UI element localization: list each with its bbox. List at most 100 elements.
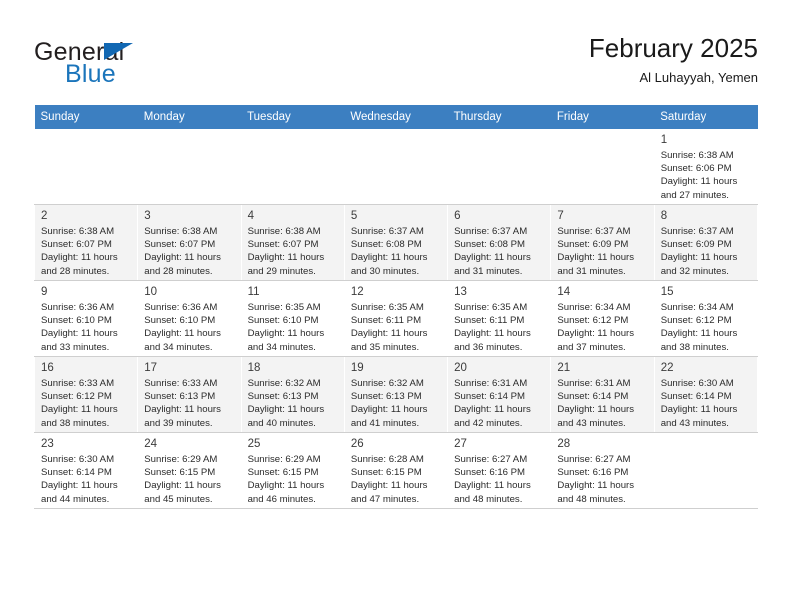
sun-info-text: Sunrise: 6:30 AM Sunset: 6:14 PM Dayligh…: [660, 378, 738, 429]
sun-info-text: Sunrise: 6:37 AM Sunset: 6:09 PM Dayligh…: [557, 226, 635, 277]
general-blue-logo: General Blue: [34, 32, 274, 92]
calendar-day-cell[interactable]: 28 Sunrise: 6:27 AM Sunset: 6:16 PM Dayli…: [550, 432, 655, 509]
day-cell-content: 27 Sunrise: 6:27 AM Sunset: 6:16 PM Dayli…: [448, 433, 550, 506]
day-cell-content: 6 Sunrise: 6:37 AM Sunset: 6:08 PM Daylig…: [448, 205, 550, 278]
day-number: 7: [557, 210, 564, 222]
day-number: 21: [557, 362, 571, 374]
day-cell-content: 2 Sunrise: 6:38 AM Sunset: 6:07 PM Daylig…: [35, 205, 137, 278]
day-number: 13: [454, 286, 467, 298]
day-number: 12: [350, 286, 364, 298]
sun-info-text: Sunrise: 6:37 AM Sunset: 6:08 PM Dayligh…: [454, 226, 531, 277]
calendar-day-cell[interactable]: 4 Sunrise: 6:38 AM Sunset: 6:07 PM Daylig…: [240, 204, 345, 281]
sun-info-text: Sunrise: 6:37 AM Sunset: 6:09 PM Dayligh…: [660, 226, 738, 277]
calendar-day-cell[interactable]: 17 Sunrise: 6:33 AM Sunset: 6:13 PM Dayli…: [137, 356, 242, 433]
weekday-header-friday: Friday: [550, 105, 655, 129]
calendar-day-cell[interactable]: 13 Sunrise: 6:35 AM Sunset: 6:11 PM Dayli…: [447, 280, 552, 357]
calendar-day-cell[interactable]: 1 Sunrise: 6:38 AM Sunset: 6:06 PM Daylig…: [653, 129, 759, 205]
day-cell-content: 28 Sunrise: 6:27 AM Sunset: 6:16 PM Dayli…: [551, 433, 653, 506]
day-number: 16: [41, 362, 54, 374]
day-cell-content: 17 Sunrise: 6:33 AM Sunset: 6:13 PM Dayli…: [138, 357, 240, 430]
day-number: 3: [144, 210, 151, 222]
day-number: 19: [350, 362, 364, 374]
sun-info-text: Sunrise: 6:29 AM Sunset: 6:15 PM Dayligh…: [247, 454, 325, 505]
day-cell-content: 4 Sunrise: 6:38 AM Sunset: 6:07 PM Daylig…: [242, 205, 344, 278]
day-number: 28: [557, 438, 571, 450]
day-number: 22: [660, 362, 674, 374]
calendar-day-cell[interactable]: 11 Sunrise: 6:35 AM Sunset: 6:10 PM Dayli…: [240, 280, 345, 357]
calendar-week-row: 9 Sunrise: 6:36 AM Sunset: 6:10 PM Daylig…: [33, 280, 759, 357]
weekday-header-sunday: Sunday: [34, 105, 138, 129]
calendar-week-row: 1 Sunrise: 6:38 AM Sunset: 6:06 PM Daylig…: [33, 129, 759, 205]
sun-info-text: Sunrise: 6:33 AM Sunset: 6:12 PM Dayligh…: [41, 378, 118, 429]
day-number: 26: [350, 438, 364, 450]
calendar-page: General Blue February 2025 Al Luhayyah, …: [0, 0, 792, 612]
calendar-day-cell[interactable]: 19 Sunrise: 6:32 AM Sunset: 6:13 PM Dayli…: [343, 356, 449, 433]
calendar-day-cell-empty: [550, 129, 655, 205]
calendar-day-cell[interactable]: 14 Sunrise: 6:34 AM Sunset: 6:12 PM Dayli…: [550, 280, 655, 357]
day-number: 8: [660, 210, 668, 222]
day-number: 11: [247, 286, 260, 298]
sun-info-text: Sunrise: 6:30 AM Sunset: 6:14 PM Dayligh…: [41, 454, 118, 505]
day-cell-content: 18 Sunrise: 6:32 AM Sunset: 6:13 PM Dayli…: [242, 357, 344, 430]
sun-info-text: Sunrise: 6:27 AM Sunset: 6:16 PM Dayligh…: [557, 454, 635, 505]
day-cell-content: 12 Sunrise: 6:35 AM Sunset: 6:11 PM Dayli…: [345, 281, 447, 354]
calendar-day-cell[interactable]: 15 Sunrise: 6:34 AM Sunset: 6:12 PM Dayli…: [653, 280, 759, 357]
calendar-day-cell[interactable]: 22 Sunrise: 6:30 AM Sunset: 6:14 PM Dayli…: [653, 356, 759, 433]
day-cell-content: 10 Sunrise: 6:36 AM Sunset: 6:10 PM Dayli…: [138, 281, 240, 354]
day-number: 4: [247, 210, 254, 222]
calendar-day-cell[interactable]: 6 Sunrise: 6:37 AM Sunset: 6:08 PM Daylig…: [447, 204, 552, 281]
day-number: 1: [660, 134, 668, 146]
day-number: 14: [557, 286, 571, 298]
logo-triangle-icon: [104, 43, 133, 60]
calendar-day-cell-empty: [33, 129, 139, 205]
sun-info-text: Sunrise: 6:34 AM Sunset: 6:12 PM Dayligh…: [557, 302, 635, 353]
sun-info-text: Sunrise: 6:38 AM Sunset: 6:07 PM Dayligh…: [41, 226, 118, 277]
day-number: 9: [41, 286, 48, 298]
calendar-day-cell[interactable]: 23 Sunrise: 6:30 AM Sunset: 6:14 PM Dayli…: [33, 432, 139, 509]
day-cell-content: 8 Sunrise: 6:37 AM Sunset: 6:09 PM Daylig…: [655, 205, 757, 278]
day-number: 15: [660, 286, 674, 298]
day-number: 25: [247, 438, 261, 450]
sun-info-text: Sunrise: 6:37 AM Sunset: 6:08 PM Dayligh…: [350, 226, 428, 277]
day-number: 18: [247, 362, 261, 374]
sun-info-text: Sunrise: 6:32 AM Sunset: 6:13 PM Dayligh…: [247, 378, 325, 429]
day-number: 20: [454, 362, 467, 374]
calendar-day-cell[interactable]: 12 Sunrise: 6:35 AM Sunset: 6:11 PM Dayli…: [343, 280, 449, 357]
day-cell-content: 5 Sunrise: 6:37 AM Sunset: 6:08 PM Daylig…: [345, 205, 447, 278]
sun-info-text: Sunrise: 6:28 AM Sunset: 6:15 PM Dayligh…: [350, 454, 428, 505]
calendar-day-cell[interactable]: 25 Sunrise: 6:29 AM Sunset: 6:15 PM Dayli…: [240, 432, 345, 509]
weekday-header-wednesday: Wednesday: [344, 105, 448, 129]
day-number: 10: [144, 286, 158, 298]
calendar-day-cell[interactable]: 24 Sunrise: 6:29 AM Sunset: 6:15 PM Dayli…: [137, 432, 242, 509]
day-cell-content: 14 Sunrise: 6:34 AM Sunset: 6:12 PM Dayli…: [551, 281, 653, 354]
calendar-day-cell[interactable]: 26 Sunrise: 6:28 AM Sunset: 6:15 PM Dayli…: [343, 432, 449, 509]
calendar-day-cell[interactable]: 18 Sunrise: 6:32 AM Sunset: 6:13 PM Dayli…: [240, 356, 345, 433]
sun-info-text: Sunrise: 6:38 AM Sunset: 6:07 PM Dayligh…: [247, 226, 325, 277]
title-block: February 2025 Al Luhayyah, Yemen: [589, 32, 758, 88]
calendar-day-cell[interactable]: 16 Sunrise: 6:33 AM Sunset: 6:12 PM Dayli…: [33, 356, 139, 433]
calendar-day-cell[interactable]: 7 Sunrise: 6:37 AM Sunset: 6:09 PM Daylig…: [550, 204, 655, 281]
calendar-day-cell[interactable]: 9 Sunrise: 6:36 AM Sunset: 6:10 PM Daylig…: [33, 280, 139, 357]
day-cell-content: 26 Sunrise: 6:28 AM Sunset: 6:15 PM Dayli…: [345, 433, 447, 506]
day-cell-content: 11 Sunrise: 6:35 AM Sunset: 6:10 PM Dayli…: [242, 281, 344, 354]
day-cell-content: 19 Sunrise: 6:32 AM Sunset: 6:13 PM Dayli…: [345, 357, 447, 430]
day-cell-content: 7 Sunrise: 6:37 AM Sunset: 6:09 PM Daylig…: [551, 205, 653, 278]
day-cell-content: 1 Sunrise: 6:38 AM Sunset: 6:06 PM Daylig…: [655, 129, 757, 202]
day-number: 5: [350, 210, 358, 222]
calendar-day-cell[interactable]: 2 Sunrise: 6:38 AM Sunset: 6:07 PM Daylig…: [33, 204, 139, 281]
calendar-day-cell[interactable]: 5 Sunrise: 6:37 AM Sunset: 6:08 PM Daylig…: [343, 204, 449, 281]
calendar-day-cell[interactable]: 27 Sunrise: 6:27 AM Sunset: 6:16 PM Dayli…: [447, 432, 552, 509]
calendar-day-cell[interactable]: 10 Sunrise: 6:36 AM Sunset: 6:10 PM Dayli…: [137, 280, 242, 357]
day-cell-content: 25 Sunrise: 6:29 AM Sunset: 6:15 PM Dayli…: [242, 433, 344, 506]
sun-info-text: Sunrise: 6:31 AM Sunset: 6:14 PM Dayligh…: [454, 378, 531, 429]
calendar-day-cell[interactable]: 21 Sunrise: 6:31 AM Sunset: 6:14 PM Dayli…: [550, 356, 655, 433]
sun-info-text: Sunrise: 6:34 AM Sunset: 6:12 PM Dayligh…: [660, 302, 738, 353]
day-cell-content: 16 Sunrise: 6:33 AM Sunset: 6:12 PM Dayli…: [35, 357, 137, 430]
calendar-day-cell[interactable]: 3 Sunrise: 6:38 AM Sunset: 6:07 PM Daylig…: [137, 204, 242, 281]
sun-info-text: Sunrise: 6:38 AM Sunset: 6:06 PM Dayligh…: [660, 150, 738, 201]
day-cell-content: 9 Sunrise: 6:36 AM Sunset: 6:10 PM Daylig…: [35, 281, 137, 354]
calendar-day-cell[interactable]: 8 Sunrise: 6:37 AM Sunset: 6:09 PM Daylig…: [653, 204, 759, 281]
day-cell-content: 20 Sunrise: 6:31 AM Sunset: 6:14 PM Dayli…: [448, 357, 550, 430]
calendar-day-cell[interactable]: 20 Sunrise: 6:31 AM Sunset: 6:14 PM Dayli…: [447, 356, 552, 433]
day-cell-content: 3 Sunrise: 6:38 AM Sunset: 6:07 PM Daylig…: [138, 205, 240, 278]
